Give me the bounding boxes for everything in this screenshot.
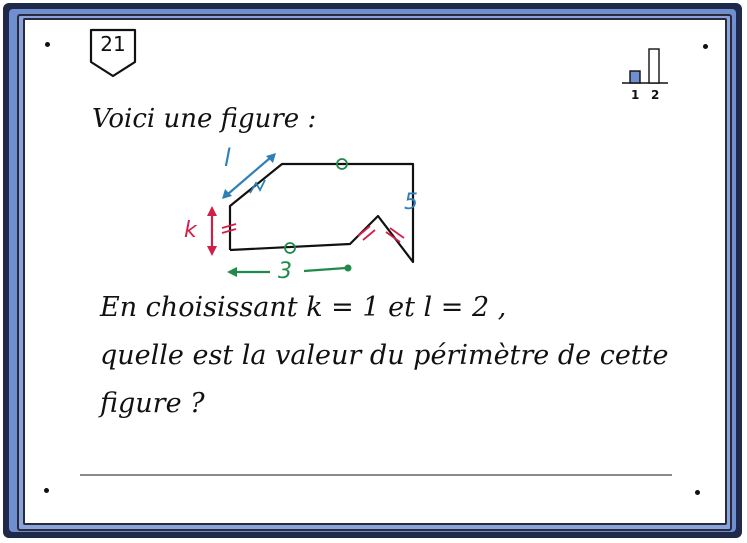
arrow-3-end-dot xyxy=(344,264,352,272)
label-l: l xyxy=(224,144,231,172)
arrow-3-right xyxy=(303,266,347,273)
difficulty-label-2: 2 xyxy=(651,88,660,102)
intro-text: Voici une figure : xyxy=(92,104,317,134)
arrow-k-head-bottom xyxy=(207,246,217,256)
question-line-2: quelle est la valeur du périmètre de cet… xyxy=(100,340,669,371)
arrow-3-head-left xyxy=(227,267,237,277)
polygon-outline xyxy=(228,162,415,264)
difficulty-label-1: 1 xyxy=(631,88,640,102)
card-number: 21 xyxy=(100,32,126,56)
arrow-l xyxy=(227,157,271,195)
corner-dot-bottom-right xyxy=(695,490,700,495)
corner-dot-top-left xyxy=(45,42,50,47)
corner-dot-top-right xyxy=(703,44,708,49)
difficulty-bars-icon xyxy=(622,48,668,84)
corner-dot-bottom-left xyxy=(44,488,49,493)
answer-line[interactable] xyxy=(80,474,672,476)
label-3: 3 xyxy=(278,259,292,284)
polygon-figure xyxy=(207,153,415,277)
difficulty-bar-2 xyxy=(648,48,660,84)
label-5: 5 xyxy=(404,190,418,215)
tick-l-N xyxy=(249,179,266,194)
difficulty-bar-1 xyxy=(629,70,641,84)
question-line-1: En choisissant k = 1 et l = 2 , xyxy=(100,292,507,323)
label-k: k xyxy=(184,218,197,243)
question-line-3: figure ? xyxy=(100,388,205,419)
arrow-k-head-top xyxy=(207,206,217,216)
